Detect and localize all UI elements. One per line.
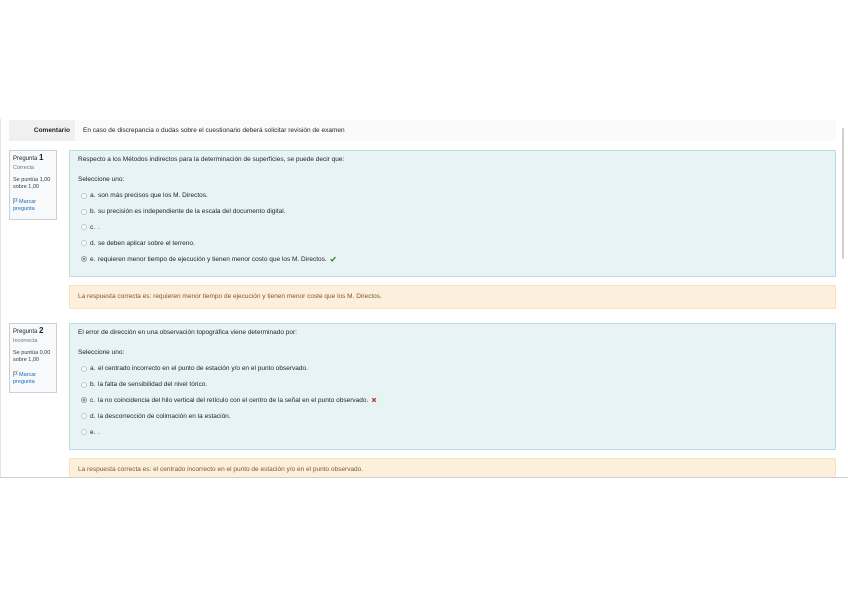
option-text: son más precisos que los M. Directos. xyxy=(98,192,208,200)
flag-question-link[interactable]: Marcar pregunta xyxy=(13,371,54,386)
question-grade: Se puntúa 1,00 sobre 1,00 xyxy=(13,177,51,190)
comment-label: Comentario xyxy=(9,120,75,141)
option-letter: d. xyxy=(90,239,96,247)
radio-button[interactable] xyxy=(81,192,87,199)
flag-icon[interactable] xyxy=(13,198,18,204)
check-icon xyxy=(329,256,336,262)
question-content: El error de dirección en una observación… xyxy=(69,323,836,450)
question-title: Pregunta 2 xyxy=(13,326,54,336)
radio-button[interactable] xyxy=(81,381,87,388)
radio-button[interactable] xyxy=(81,413,87,420)
option-text: se deben aplicar sobre el terreno. xyxy=(98,239,195,247)
question-text: El error de dirección en una observación… xyxy=(78,329,297,336)
option-text: la falta de sensibilidad del nivel tóric… xyxy=(98,381,208,389)
radio-button[interactable] xyxy=(81,397,87,404)
option-text: requieren menor tiempo de ejecución y ti… xyxy=(98,255,327,263)
answer-option[interactable]: d. se deben aplicar sobre el terreno. xyxy=(78,235,827,251)
option-letter: c. xyxy=(90,223,96,231)
correct-answer-feedback: La respuesta correcta es: requieren meno… xyxy=(69,285,836,309)
question-number: 1 xyxy=(39,153,44,162)
option-letter: a. xyxy=(90,365,96,373)
option-text: el centrado incorrecto en el punto de es… xyxy=(98,365,308,373)
radio-button[interactable] xyxy=(81,240,87,247)
question-2: Pregunta 2 Incorrecta Se puntúa 0,00 sob… xyxy=(1,323,848,477)
comment-text: En caso de discrepancia o dudas sobre el… xyxy=(75,120,836,141)
question-info: Pregunta 2 Incorrecta Se puntúa 0,00 sob… xyxy=(9,323,57,393)
select-one-label: Seleccione uno: xyxy=(78,349,125,356)
option-letter: b. xyxy=(90,381,96,389)
cross-icon xyxy=(371,397,377,403)
option-letter: c. xyxy=(90,396,96,404)
option-letter: b. xyxy=(90,208,96,216)
answer-list: a. son más precisos que los M. Directos.… xyxy=(78,188,827,267)
option-letter: e. xyxy=(90,255,96,263)
radio-button[interactable] xyxy=(81,365,87,372)
radio-button[interactable] xyxy=(81,256,87,263)
question-text: Respecto a los Métodos indirectos para l… xyxy=(78,156,345,163)
radio-button[interactable] xyxy=(81,224,87,231)
correct-answer-feedback: La respuesta correcta es: el centrado in… xyxy=(69,458,836,477)
radio-button[interactable] xyxy=(81,208,87,215)
answer-option-selected[interactable]: c. la no coincidencia del hilo vertical … xyxy=(78,393,827,409)
answer-option[interactable]: c. . xyxy=(78,220,827,236)
answer-option[interactable]: e. . xyxy=(78,424,827,440)
question-number: 2 xyxy=(39,326,44,335)
answer-option[interactable]: a. el centrado incorrecto en el punto de… xyxy=(78,361,827,377)
question-content: Respecto a los Métodos indirectos para l… xyxy=(69,150,836,277)
question-title: Pregunta 1 xyxy=(13,153,54,163)
option-text: . xyxy=(98,223,100,231)
radio-button[interactable] xyxy=(81,429,87,436)
answer-option[interactable]: d. la descorrección de colimación en la … xyxy=(78,408,827,424)
question-title-label: Pregunta xyxy=(13,156,38,162)
option-text: la no coincidencia del hilo vertical del… xyxy=(98,396,369,404)
question-info: Pregunta 1 Correcta Se puntúa 1,00 sobre… xyxy=(9,150,57,220)
option-text: . xyxy=(98,428,100,436)
question-state: Incorrecta xyxy=(13,338,38,344)
flag-question-link[interactable]: Marcar pregunta xyxy=(13,198,54,213)
answer-option[interactable]: b. la falta de sensibilidad del nivel tó… xyxy=(78,377,827,393)
answer-list: a. el centrado incorrecto en el punto de… xyxy=(78,361,827,440)
question-grade: Se puntúa 0,00 sobre 1,00 xyxy=(13,350,51,363)
vertical-scrollbar[interactable] xyxy=(842,128,844,259)
answer-option[interactable]: b. su precisión es independiente de la e… xyxy=(78,204,827,220)
option-text: su precisión es independiente de la esca… xyxy=(98,208,286,216)
question-state: Correcta xyxy=(13,165,35,171)
quiz-review-page: Comentario En caso de discrepancia o dud… xyxy=(0,119,848,478)
answer-option-selected[interactable]: e. requieren menor tiempo de ejecución y… xyxy=(78,251,827,267)
option-letter: a. xyxy=(90,192,96,200)
option-letter: d. xyxy=(90,412,96,420)
option-letter: e. xyxy=(90,428,96,436)
flag-icon[interactable] xyxy=(13,371,18,377)
question-1: Pregunta 1 Correcta Se puntúa 1,00 sobre… xyxy=(1,150,848,310)
review-summary-comment-row: Comentario En caso de discrepancia o dud… xyxy=(9,120,836,141)
answer-option[interactable]: a. son más precisos que los M. Directos. xyxy=(78,188,827,204)
question-title-label: Pregunta xyxy=(13,329,38,335)
select-one-label: Seleccione uno: xyxy=(78,176,125,183)
option-text: la descorrección de colimación en la est… xyxy=(98,412,231,420)
